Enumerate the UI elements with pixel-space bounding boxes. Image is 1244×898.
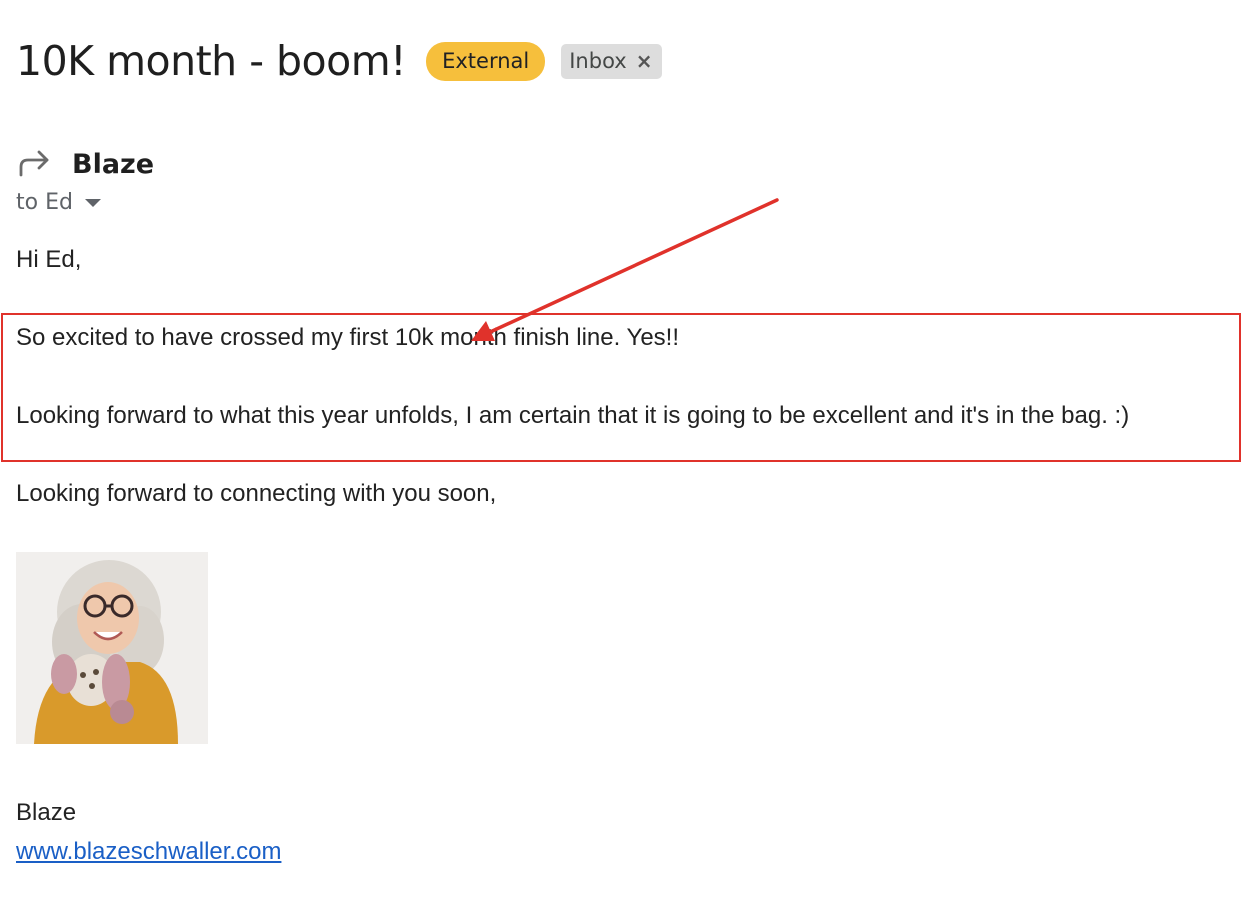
signature-photo bbox=[16, 552, 208, 744]
chevron-down-icon[interactable] bbox=[84, 198, 101, 207]
inbox-label[interactable]: Inbox × bbox=[561, 43, 663, 79]
subject-row: 10K month - boom! External Inbox × bbox=[16, 34, 663, 88]
inbox-label-text: Inbox bbox=[569, 48, 627, 73]
recipient-row[interactable]: to Ed bbox=[16, 190, 101, 215]
close-icon[interactable]: × bbox=[636, 48, 653, 74]
closing-text: Looking forward to connecting with you s… bbox=[16, 480, 497, 507]
sender-name[interactable]: Blaze bbox=[72, 149, 154, 180]
signature-website-link[interactable]: www.blazeschwaller.com bbox=[16, 838, 281, 866]
sender-row: Blaze bbox=[18, 146, 154, 182]
recipient-text: to Ed bbox=[16, 190, 73, 215]
signature-name: Blaze bbox=[16, 799, 77, 826]
signature-photo-image bbox=[16, 552, 208, 744]
email-subject: 10K month - boom! bbox=[16, 37, 407, 85]
greeting-text: Hi Ed, bbox=[16, 246, 82, 273]
forward-arrow-icon bbox=[19, 150, 49, 177]
annotation-highlight-box bbox=[1, 313, 1241, 462]
external-label[interactable]: External bbox=[426, 41, 546, 81]
